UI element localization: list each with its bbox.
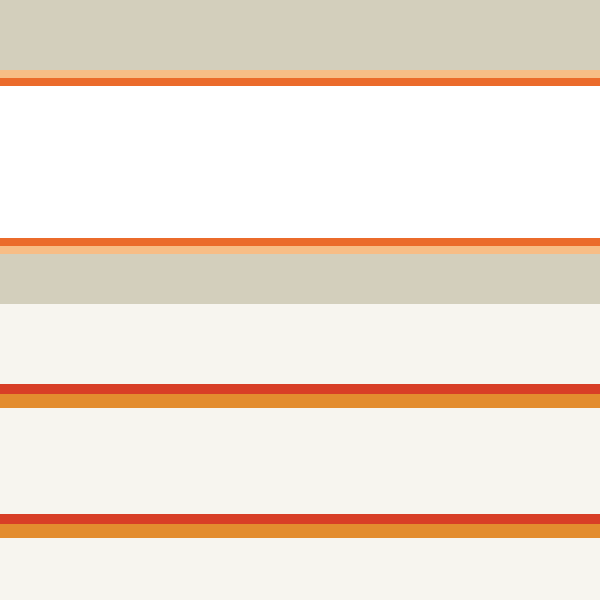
stripe-11 [0, 514, 600, 524]
stripe-8 [0, 384, 600, 394]
stripe-1 [0, 70, 600, 78]
stripe-3 [0, 86, 600, 238]
stripe-2 [0, 78, 600, 86]
stripe-10 [0, 408, 600, 514]
stripe-5 [0, 246, 600, 254]
stripe-6 [0, 254, 600, 304]
stripe-4 [0, 238, 600, 246]
stripe-7 [0, 304, 600, 384]
stripe-pattern-image [0, 0, 600, 600]
stripe-13 [0, 538, 600, 600]
stripe-0 [0, 0, 600, 70]
stripe-9 [0, 394, 600, 408]
stripe-12 [0, 524, 600, 538]
